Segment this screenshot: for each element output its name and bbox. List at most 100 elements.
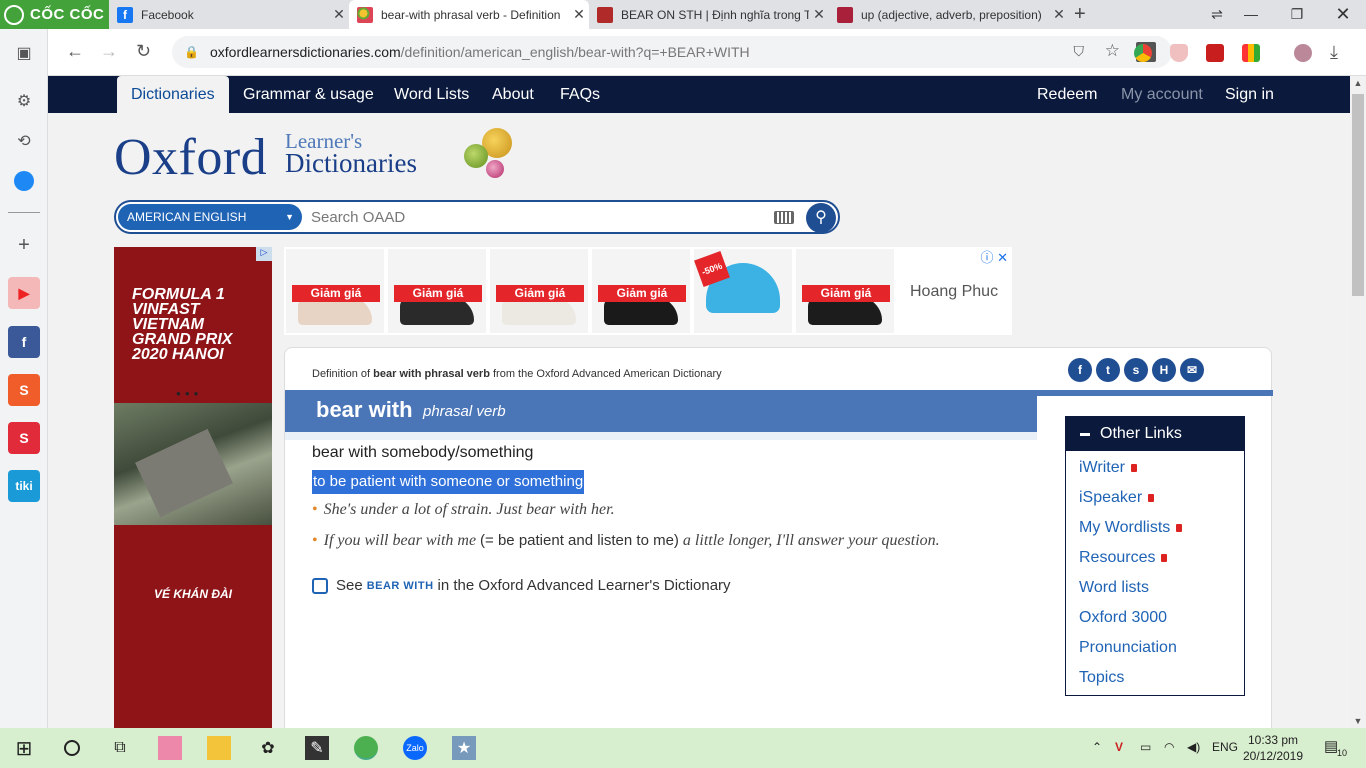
bookmark-star-icon[interactable]: ☆ bbox=[1105, 41, 1120, 61]
close-window-button[interactable]: ✕ bbox=[1320, 0, 1366, 29]
tray-app-icon[interactable]: V bbox=[1115, 740, 1123, 754]
chrome-extension-icon[interactable] bbox=[1134, 44, 1152, 62]
language-indicator[interactable]: ENG bbox=[1212, 740, 1238, 754]
ad-f1-title: FORMULA 1 VINFAST VIETNAM GRAND PRIX 202… bbox=[132, 286, 233, 363]
ad-product[interactable]: Giảm giá bbox=[490, 249, 588, 333]
tray-chevron-icon[interactable]: ⌃ bbox=[1092, 740, 1102, 754]
history-icon[interactable]: ⟲ bbox=[8, 125, 40, 157]
close-tab-icon[interactable]: ✕ bbox=[1049, 6, 1069, 23]
logo-oxford: Oxford bbox=[114, 129, 268, 186]
tab-oxford[interactable]: bear-with phrasal verb - Definition ✕ bbox=[349, 0, 589, 29]
minimize-button[interactable]: — bbox=[1228, 0, 1274, 29]
oxford-favicon-icon bbox=[357, 6, 373, 23]
scroll-up-icon[interactable]: ▲ bbox=[1350, 78, 1366, 88]
maximize-button[interactable]: ❐ bbox=[1274, 0, 1320, 29]
nav-redeem[interactable]: Redeem bbox=[1037, 76, 1097, 113]
nav-faqs[interactable]: FAQs bbox=[560, 76, 600, 113]
messenger-icon[interactable] bbox=[8, 165, 40, 197]
adchoices-icon[interactable]: ▷ bbox=[256, 247, 272, 261]
nav-sign-in[interactable]: Sign in bbox=[1225, 76, 1274, 113]
coccoc-taskbar-icon[interactable] bbox=[354, 736, 378, 760]
nav-about[interactable]: About bbox=[492, 76, 534, 113]
extension-red-icon[interactable] bbox=[1206, 44, 1224, 62]
back-icon[interactable]: ← bbox=[66, 41, 84, 62]
downloads-icon[interactable]: ⤓ bbox=[1330, 42, 1338, 63]
oxford-logo[interactable]: Oxford Learner's Dictionaries bbox=[114, 128, 512, 187]
forward-icon[interactable]: → bbox=[100, 41, 118, 62]
close-tab-icon[interactable]: ✕ bbox=[329, 6, 349, 23]
close-tab-icon[interactable]: ✕ bbox=[569, 6, 589, 23]
search-button[interactable]: ⚲ bbox=[806, 203, 836, 233]
ad-product[interactable]: -50% bbox=[694, 249, 792, 333]
app-star-icon[interactable]: ★ bbox=[452, 736, 476, 760]
hyves-share-icon[interactable]: H bbox=[1152, 358, 1176, 382]
youtube-icon[interactable]: ▶ bbox=[8, 277, 40, 309]
app-icon[interactable] bbox=[158, 736, 182, 760]
nav-word-lists[interactable]: Word Lists bbox=[394, 76, 469, 113]
shield-icon[interactable]: ⛉ bbox=[1074, 43, 1085, 60]
nav-my-account[interactable]: My account bbox=[1121, 76, 1203, 113]
zalo-icon[interactable]: Zalo bbox=[403, 736, 427, 760]
settings-icon[interactable]: ⚙ bbox=[8, 85, 40, 117]
facebook-app-icon[interactable]: f bbox=[8, 326, 40, 358]
adblock-icon[interactable] bbox=[1170, 44, 1188, 62]
task-view-icon[interactable]: ⧉ bbox=[108, 736, 132, 760]
windows-start-icon[interactable]: ⊞ bbox=[12, 736, 36, 760]
tiki-icon[interactable]: tiki bbox=[8, 470, 40, 502]
clock[interactable]: 10:33 pm 20/12/2019 bbox=[1238, 732, 1308, 764]
nav-grammar-usage[interactable]: Grammar & usage bbox=[243, 76, 374, 113]
wifi-icon[interactable]: ◠ bbox=[1164, 740, 1174, 754]
left-advertisement[interactable]: ▷ FORMULA 1 VINFAST VIETNAM GRAND PRIX 2… bbox=[114, 247, 272, 728]
top-advertisement[interactable]: Giảm giá Giảm giá Giảm giá Giảm giá -50%… bbox=[284, 247, 1012, 335]
ad-info-close-icon[interactable]: ⓘ ✕ bbox=[980, 247, 1008, 266]
facebook-share-icon[interactable]: f bbox=[1068, 358, 1092, 382]
other-links-header[interactable]: Other Links bbox=[1066, 417, 1244, 451]
link-pronunciation[interactable]: Pronunciation bbox=[1079, 639, 1177, 657]
coccoc-menu-button[interactable]: CỐC CỐC bbox=[0, 0, 109, 29]
sidebar-toggle-icon[interactable]: ▣ bbox=[8, 37, 40, 69]
file-explorer-icon[interactable] bbox=[207, 736, 231, 760]
stumbleupon-share-icon[interactable]: s bbox=[1124, 358, 1148, 382]
colorful-extension-icon[interactable] bbox=[1242, 44, 1260, 62]
sendo-icon[interactable]: S bbox=[8, 422, 40, 454]
see-also-link[interactable]: See BEAR WITH in the Oxford Advanced Lea… bbox=[312, 577, 731, 594]
link-ispeaker[interactable]: iSpeaker bbox=[1079, 489, 1155, 507]
paint-icon[interactable]: ✿ bbox=[256, 736, 280, 760]
scrollbar-thumb[interactable] bbox=[1352, 94, 1364, 296]
page-scrollbar[interactable]: ▲ ▼ bbox=[1350, 76, 1366, 728]
ad-product[interactable]: Giảm giá bbox=[388, 249, 486, 333]
email-share-icon[interactable]: ✉ bbox=[1180, 358, 1204, 382]
keyboard-icon[interactable] bbox=[774, 211, 794, 224]
close-tab-icon[interactable]: ✕ bbox=[809, 6, 829, 23]
link-word-lists[interactable]: Word lists bbox=[1079, 579, 1149, 597]
reload-icon[interactable]: ↻ bbox=[136, 41, 151, 62]
sticky-notes-icon[interactable]: ✎ bbox=[305, 736, 329, 760]
battery-icon[interactable]: ▭ bbox=[1140, 740, 1151, 754]
ad-product[interactable]: Giảm giá bbox=[592, 249, 690, 333]
new-tab-button[interactable]: + bbox=[1074, 3, 1086, 26]
link-my-wordlists[interactable]: My Wordlists bbox=[1079, 519, 1183, 537]
scroll-down-icon[interactable]: ▼ bbox=[1350, 716, 1366, 726]
link-iwriter[interactable]: iWriter bbox=[1079, 459, 1137, 477]
search-input[interactable]: Search OAAD bbox=[311, 209, 405, 226]
nav-dictionaries[interactable]: Dictionaries bbox=[117, 76, 229, 113]
link-oxford-3000[interactable]: Oxford 3000 bbox=[1079, 609, 1167, 627]
see-link-word[interactable]: BEAR WITH bbox=[367, 580, 434, 592]
add-app-icon[interactable]: + bbox=[8, 229, 40, 261]
shopee-icon[interactable]: S bbox=[8, 374, 40, 406]
ad-product[interactable]: Giảm giá bbox=[286, 249, 384, 333]
profile-avatar[interactable] bbox=[1294, 44, 1312, 62]
address-bar[interactable]: 🔒 oxfordlearnersdictionaries.com/definit… bbox=[172, 36, 1172, 68]
link-resources[interactable]: Resources bbox=[1079, 549, 1168, 567]
tab-facebook[interactable]: f Facebook ✕ bbox=[109, 0, 349, 29]
tab-cambridge[interactable]: BEAR ON STH | Định nghĩa trong T ✕ bbox=[589, 0, 829, 29]
link-topics[interactable]: Topics bbox=[1079, 669, 1124, 687]
cortana-search-icon[interactable] bbox=[60, 736, 84, 760]
headword-banner: bear with phrasal verb bbox=[285, 390, 1037, 432]
ad-product[interactable]: Giảm giá bbox=[796, 249, 894, 333]
dictionary-select[interactable]: AMERICAN ENGLISH ▼ bbox=[118, 204, 302, 230]
twitter-share-icon[interactable]: t bbox=[1096, 358, 1120, 382]
tab-up-definition[interactable]: up (adjective, adverb, preposition) ✕ bbox=[829, 0, 1069, 29]
volume-icon[interactable]: ◀) bbox=[1187, 740, 1200, 754]
example-text: If you will bear with me bbox=[323, 532, 477, 549]
